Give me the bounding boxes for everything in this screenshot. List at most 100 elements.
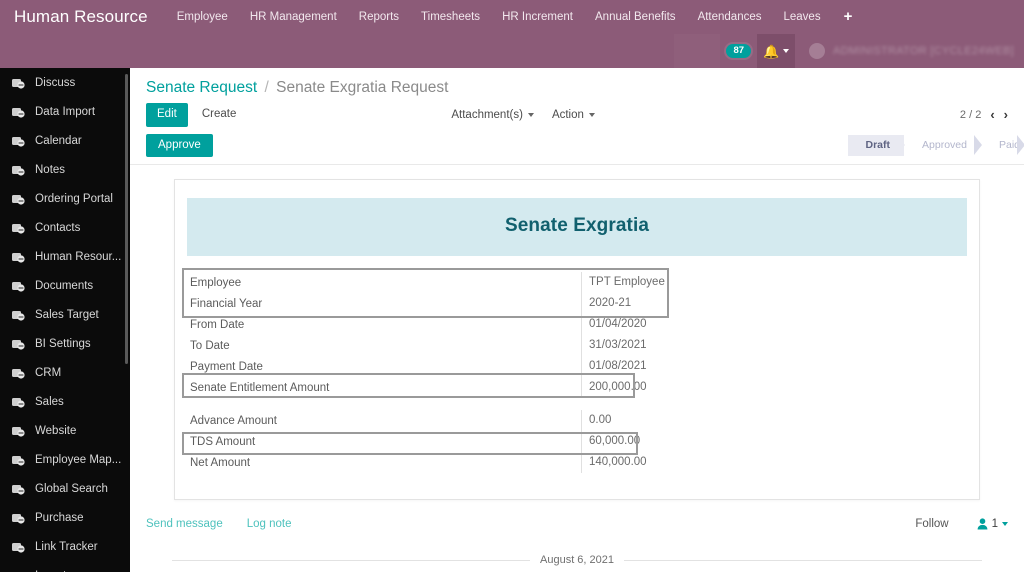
- menu-item-hr-management[interactable]: HR Management: [239, 0, 348, 34]
- field-value-to-date[interactable]: 31/03/2021: [581, 335, 971, 356]
- statusbar-row: Approve Draft Approved Paid: [130, 134, 1024, 166]
- sidebar-item-ordering-portal[interactable]: Ordering Portal: [0, 184, 130, 213]
- sidebar-item-label: Purchase: [35, 512, 84, 524]
- sidebar-item-label: Notes: [35, 164, 65, 176]
- sidebar-item-discuss[interactable]: Discuss: [0, 68, 130, 97]
- sidebar-item-contacts[interactable]: Contacts: [0, 213, 130, 242]
- field-value-financial-year[interactable]: 2020-21: [581, 293, 971, 314]
- approve-button[interactable]: Approve: [146, 134, 213, 158]
- pager-next-icon[interactable]: ›: [1004, 107, 1008, 122]
- status-bar: Draft Approved Paid: [848, 135, 1024, 156]
- app-icon: [11, 453, 26, 467]
- field-label: To Date: [183, 340, 581, 352]
- app-icon: [11, 308, 26, 322]
- user-name-label: ADMINISTRATOR [CYCLE24WEB]: [833, 45, 1014, 57]
- app-sidebar[interactable]: Discuss Data Import Calendar Notes Order…: [0, 68, 130, 572]
- field-label: Net Amount: [183, 457, 581, 469]
- sidebar-item-employee-map[interactable]: Employee Map...: [0, 445, 130, 474]
- breadcrumb-separator: /: [264, 79, 268, 96]
- field-value-net-amount[interactable]: 140,000.00: [581, 452, 971, 473]
- notification-counter[interactable]: 87: [720, 44, 757, 58]
- field-label: From Date: [183, 319, 581, 331]
- action-dropdown[interactable]: Action: [552, 109, 595, 121]
- field-value-tds-amount[interactable]: 60,000.00: [581, 431, 971, 452]
- menu-item-hr-increment[interactable]: HR Increment: [491, 0, 584, 34]
- systray-bar: 87 🔔 ADMINISTRATOR [CYCLE24WEB]: [0, 34, 1024, 68]
- chatter-follow-zone: Follow 1: [907, 516, 1008, 532]
- sidebar-item-inventory[interactable]: Inventory: [0, 561, 130, 572]
- status-paid[interactable]: Paid: [981, 135, 1024, 156]
- bell-icon: 🔔: [763, 45, 779, 58]
- send-message-button[interactable]: Send message: [146, 518, 223, 530]
- followers-button[interactable]: 1: [977, 518, 1008, 530]
- app-icon: [11, 279, 26, 293]
- activity-menu-button[interactable]: 🔔: [757, 34, 795, 68]
- sidebar-item-crm[interactable]: CRM: [0, 358, 130, 387]
- field-list: Employee TPT Employee Financial Year 202…: [183, 272, 971, 473]
- chevron-down-icon: [783, 49, 789, 53]
- sidebar-item-bi-settings[interactable]: BI Settings: [0, 329, 130, 358]
- pager-previous-icon[interactable]: ‹: [990, 107, 994, 122]
- menu-item-attendances[interactable]: Attendances: [687, 0, 773, 34]
- sidebar-item-human-resource[interactable]: Human Resour...: [0, 242, 130, 271]
- control-panel-actions: Edit Create Attachment(s) Action 2 / 2 ‹…: [130, 97, 1024, 127]
- record-sheet: Senate Exgratia Employee TPT Employee Fi…: [174, 179, 980, 500]
- record-sheet-wrapper: Senate Exgratia Employee TPT Employee Fi…: [130, 165, 1024, 500]
- date-separator-label: August 6, 2021: [540, 554, 614, 566]
- systray-placeholder: [674, 34, 720, 68]
- menu-item-timesheets[interactable]: Timesheets: [410, 0, 491, 34]
- sidebar-item-calendar[interactable]: Calendar: [0, 126, 130, 155]
- menu-item-reports[interactable]: Reports: [348, 0, 410, 34]
- pager-value: 2 / 2: [960, 109, 981, 121]
- create-button[interactable]: Create: [192, 103, 247, 127]
- follower-count: 1: [992, 518, 998, 530]
- status-approved[interactable]: Approved: [904, 135, 981, 156]
- sidebar-item-data-import[interactable]: Data Import: [0, 97, 130, 126]
- sidebar-item-label: Sales: [35, 396, 64, 408]
- field-spacer: [183, 398, 971, 410]
- sidebar-item-label: Documents: [35, 280, 93, 292]
- main-menu: Employee HR Management Reports Timesheet…: [166, 0, 865, 34]
- app-brand-title: Human Resource: [0, 7, 166, 27]
- control-panel-dropdowns: Attachment(s) Action: [451, 109, 595, 121]
- sidebar-item-purchase[interactable]: Purchase: [0, 503, 130, 532]
- app-icon: [11, 250, 26, 264]
- field-row-advance-amount: Advance Amount 0.00: [183, 410, 971, 431]
- divider: [172, 560, 530, 561]
- sidebar-item-documents[interactable]: Documents: [0, 271, 130, 300]
- field-value-senate-entitlement-amount[interactable]: 200,000.00: [581, 377, 971, 398]
- field-value-employee[interactable]: TPT Employee: [581, 272, 971, 293]
- app-icon: [11, 569, 26, 572]
- sidebar-item-label: Human Resour...: [35, 251, 121, 263]
- attachments-dropdown[interactable]: Attachment(s): [451, 109, 534, 121]
- add-menu-icon[interactable]: +: [832, 0, 865, 34]
- sidebar-scrollbar[interactable]: [125, 74, 128, 364]
- chatter: Send message Log note Follow 1 August 6,…: [130, 500, 1024, 566]
- sidebar-item-sales[interactable]: Sales: [0, 387, 130, 416]
- follow-button[interactable]: Follow: [907, 516, 956, 532]
- sidebar-item-notes[interactable]: Notes: [0, 155, 130, 184]
- notification-count-badge: 87: [726, 44, 751, 58]
- edit-button[interactable]: Edit: [146, 103, 188, 127]
- chevron-down-icon: [528, 113, 534, 117]
- field-value-advance-amount[interactable]: 0.00: [581, 410, 971, 431]
- menu-item-employee[interactable]: Employee: [166, 0, 239, 34]
- sidebar-item-link-tracker[interactable]: Link Tracker: [0, 532, 130, 561]
- sidebar-item-label: Link Tracker: [35, 541, 98, 553]
- status-draft[interactable]: Draft: [848, 135, 905, 156]
- field-value-from-date[interactable]: 01/04/2020: [581, 314, 971, 335]
- field-value-payment-date[interactable]: 01/08/2021: [581, 356, 971, 377]
- sidebar-item-sales-target[interactable]: Sales Target: [0, 300, 130, 329]
- breadcrumb-link-senate-request[interactable]: Senate Request: [146, 79, 257, 96]
- sidebar-item-website[interactable]: Website: [0, 416, 130, 445]
- avatar: [809, 43, 825, 59]
- field-row-senate-entitlement-amount: Senate Entitlement Amount 200,000.00: [183, 377, 971, 398]
- user-menu[interactable]: ADMINISTRATOR [CYCLE24WEB]: [795, 43, 1024, 59]
- sidebar-item-global-search[interactable]: Global Search: [0, 474, 130, 503]
- field-row-payment-date: Payment Date 01/08/2021: [183, 356, 971, 377]
- control-panel-top: Senate Request / Senate Exgratia Request: [130, 68, 1024, 97]
- app-icon: [11, 482, 26, 496]
- log-note-button[interactable]: Log note: [247, 518, 292, 530]
- menu-item-annual-benefits[interactable]: Annual Benefits: [584, 0, 687, 34]
- menu-item-leaves[interactable]: Leaves: [773, 0, 832, 34]
